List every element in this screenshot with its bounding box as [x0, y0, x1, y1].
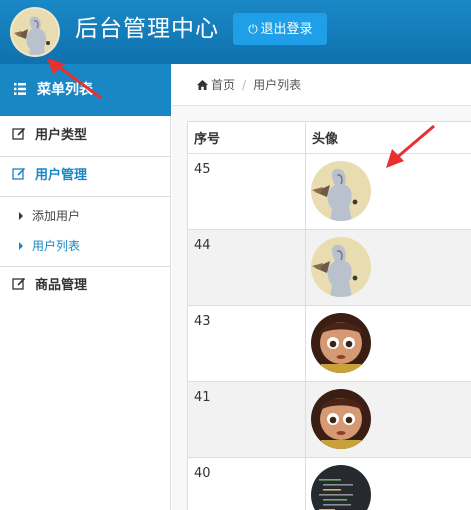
sidebar-item-label: 用户类型	[35, 128, 88, 143]
breadcrumb-home-link[interactable]: 首页	[211, 78, 235, 92]
table-row: 45	[187, 153, 471, 230]
sub-item-user-list[interactable]: 用户列表	[0, 231, 171, 261]
sidebar-item-label: 商品管理	[35, 278, 88, 293]
sidebar-item-product-management[interactable]: 商品管理	[0, 266, 171, 306]
list-icon	[14, 83, 26, 95]
cartoon-girl-avatar	[311, 313, 371, 373]
sub-item-add-user[interactable]: 添加用户	[0, 201, 171, 231]
row-id: 44	[187, 229, 306, 306]
logout-button[interactable]: ⏻ 退出登录	[233, 13, 327, 45]
row-id: 43	[187, 305, 306, 382]
sidebar: 菜单列表 用户类型 用户管理 添加用户 用户列表 商品管理	[0, 64, 171, 510]
bird-sketch-avatar	[311, 161, 371, 221]
row-id: 45	[187, 153, 306, 230]
user-avatar[interactable]	[10, 7, 60, 57]
menu-header: 菜单列表	[0, 64, 171, 116]
row-avatar-cell	[305, 153, 471, 230]
edit-icon	[12, 127, 26, 140]
home-icon	[197, 80, 208, 90]
divider	[0, 196, 171, 197]
row-avatar-cell	[305, 305, 471, 382]
row-avatar-cell	[305, 229, 471, 306]
user-table-container: 序号 头像 45 44 43 41 40	[187, 121, 471, 510]
bird-sketch-avatar	[311, 237, 371, 297]
top-header: 后台管理中心 ⏻ 退出登录	[0, 0, 471, 64]
breadcrumb-separator: /	[242, 78, 247, 92]
column-header-avatar: 头像	[305, 121, 471, 154]
code-screen-avatar	[311, 465, 371, 510]
edit-icon	[12, 167, 26, 180]
logout-label: 退出登录	[260, 22, 313, 37]
column-header-id: 序号	[187, 121, 306, 154]
table-header-row: 序号 头像	[187, 121, 471, 154]
cartoon-girl-avatar	[311, 389, 371, 449]
table-row: 44	[187, 229, 471, 306]
sidebar-item-label: 用户管理	[35, 168, 88, 183]
sidebar-item-user-management[interactable]: 用户管理	[0, 156, 171, 196]
row-avatar-cell	[305, 381, 471, 458]
menu-title: 菜单列表	[37, 82, 93, 98]
site-title: 后台管理中心	[75, 16, 219, 42]
main-content: 首页 / 用户列表 序号 头像 45 44 43 41 40	[172, 64, 471, 510]
edit-icon	[12, 277, 26, 290]
user-table: 序号 头像 45 44 43 41 40	[187, 121, 471, 510]
row-id: 41	[187, 381, 306, 458]
power-icon: ⏻	[248, 22, 258, 36]
row-id: 40	[187, 457, 306, 510]
sub-item-label: 用户列表	[32, 239, 81, 253]
breadcrumb-current: 用户列表	[253, 78, 302, 92]
bird-sketch-avatar-image	[12, 9, 58, 55]
caret-right-icon	[19, 212, 23, 220]
table-row: 40	[187, 457, 471, 510]
sidebar-item-user-type[interactable]: 用户类型	[0, 116, 171, 156]
row-avatar-cell	[305, 457, 471, 510]
sub-item-label: 添加用户	[32, 209, 81, 223]
table-row: 41	[187, 381, 471, 458]
breadcrumb: 首页 / 用户列表	[172, 64, 471, 106]
caret-right-icon	[19, 242, 23, 250]
table-row: 43	[187, 305, 471, 382]
